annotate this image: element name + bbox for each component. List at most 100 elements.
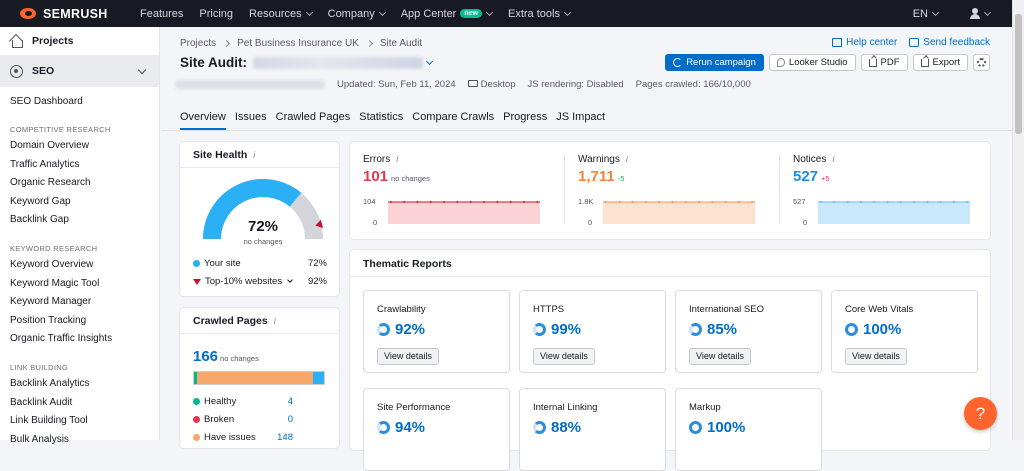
- crawled-bar-segment: [313, 372, 324, 384]
- metric-notices[interactable]: Notices i 527 +5 527 0: [350, 142, 990, 239]
- legend-top10[interactable]: Top-10% websites 92%: [193, 276, 327, 287]
- tab-compare-crawls[interactable]: Compare Crawls: [412, 111, 494, 128]
- chevron-down-icon[interactable]: [425, 57, 434, 65]
- report-site-performance[interactable]: Site Performance 94%: [363, 388, 510, 471]
- semrush-logo[interactable]: SEMRUSH: [18, 7, 128, 21]
- trend-point: [684, 200, 687, 204]
- trend-point: [618, 200, 621, 204]
- sidebar-item-seo[interactable]: SEO: [0, 55, 159, 87]
- sidebar-item-position-tracking[interactable]: Position Tracking: [0, 312, 159, 331]
- metric-separator: [564, 154, 565, 224]
- trend-point: [711, 200, 714, 204]
- trend-point: [658, 200, 661, 204]
- crawled-row-have-issues[interactable]: Have issues 148: [193, 432, 293, 443]
- tab-crawled-pages[interactable]: Crawled Pages: [276, 111, 351, 128]
- report-https[interactable]: HTTPS 99% View details: [519, 290, 666, 373]
- info-icon[interactable]: i: [832, 154, 834, 164]
- trend-point: [939, 200, 942, 204]
- nav-item-app-center[interactable]: App Center new: [401, 8, 494, 20]
- view-details-button[interactable]: View details: [845, 348, 907, 365]
- sidebar-item-organic-research[interactable]: Organic Research: [0, 174, 159, 193]
- sidebar-section-title: LINK BUILDING: [10, 362, 69, 372]
- toolbar: Rerun campaign Looker Studio PDF Export: [665, 54, 990, 71]
- info-icon[interactable]: i: [274, 316, 276, 326]
- send-feedback-link[interactable]: Send feedback: [909, 37, 990, 48]
- page-scrollbar[interactable]: [1012, 0, 1024, 440]
- sidebar-item-backlink-gap[interactable]: Backlink Gap: [0, 211, 159, 230]
- crawled-row-broken[interactable]: Broken 0: [193, 414, 293, 425]
- sidebar-item-projects[interactable]: Projects: [0, 27, 159, 55]
- sidebar-item-domain-overview[interactable]: Domain Overview: [0, 137, 159, 156]
- report-internal-linking[interactable]: Internal Linking 88%: [519, 388, 666, 471]
- view-details-button[interactable]: View details: [377, 348, 439, 365]
- site-health-subtitle: no changes: [243, 237, 283, 246]
- chevron-down-icon: [287, 277, 293, 283]
- info-icon[interactable]: i: [396, 154, 398, 164]
- tab-progress[interactable]: Progress: [503, 111, 547, 128]
- sidebar-item-traffic-analytics[interactable]: Traffic Analytics: [0, 156, 159, 175]
- metric-label-text: Errors: [363, 154, 391, 165]
- progress-ring-icon: [689, 421, 702, 434]
- tab-overview[interactable]: Overview: [180, 111, 226, 130]
- trend-point: [751, 200, 754, 204]
- sidebar-item-link-building-tool[interactable]: Link Building Tool: [0, 412, 159, 431]
- pdf-button[interactable]: PDF: [860, 54, 908, 71]
- sidebar-item-bulk-analysis[interactable]: Bulk Analysis: [0, 431, 159, 450]
- info-icon[interactable]: i: [253, 150, 255, 160]
- sidebar-item-seo-dashboard[interactable]: SEO Dashboard: [0, 93, 159, 111]
- rerun-campaign-button[interactable]: Rerun campaign: [665, 54, 764, 71]
- view-details-button[interactable]: View details: [689, 348, 751, 365]
- trend-point: [886, 200, 889, 204]
- project-selector[interactable]: [253, 56, 423, 69]
- help-chat-button[interactable]: ?: [964, 397, 997, 430]
- sidebar-item-keyword-overview[interactable]: Keyword Overview: [0, 256, 159, 275]
- sidebar-item-organic-traffic-insights[interactable]: Organic Traffic Insights: [0, 330, 159, 349]
- tab-statistics[interactable]: Statistics: [359, 111, 403, 128]
- info-icon[interactable]: i: [626, 154, 628, 164]
- sidebar-item-backlink-analytics[interactable]: Backlink Analytics: [0, 375, 159, 394]
- sidebar-item-keyword-gap[interactable]: Keyword Gap: [0, 193, 159, 212]
- breadcrumb: Projects Pet Business Insurance UK Site …: [180, 38, 422, 49]
- page-title: Site Audit:: [180, 55, 434, 70]
- tab-issues[interactable]: Issues: [235, 111, 267, 128]
- crawled-row-healthy[interactable]: Healthy 4: [193, 396, 293, 407]
- metric-warnings[interactable]: Warnings i 1,711 -5 1.8K 0: [350, 142, 990, 239]
- view-details-button[interactable]: View details: [533, 348, 595, 365]
- user-menu[interactable]: [970, 8, 992, 19]
- metric-value[interactable]: 101 no changes: [363, 168, 430, 185]
- nav-item-company[interactable]: Company: [328, 8, 386, 20]
- chevron-down-icon: [137, 65, 147, 75]
- report-core-web-vitals[interactable]: Core Web Vitals 100% View details: [831, 290, 978, 373]
- help-center-link[interactable]: Help center: [832, 37, 897, 48]
- report-crawlability[interactable]: Crawlability 92% View details: [363, 290, 510, 373]
- language-selector[interactable]: EN: [913, 8, 940, 20]
- sidebar-item-keyword-manager[interactable]: Keyword Manager: [0, 293, 159, 312]
- seo-icon: [10, 64, 23, 78]
- nav-item-resources[interactable]: Resources: [249, 8, 313, 20]
- crawled-pages-value[interactable]: 166 no changes: [193, 348, 259, 365]
- nav-item-pricing[interactable]: Pricing: [199, 8, 233, 20]
- looker-studio-button[interactable]: Looker Studio: [768, 54, 856, 71]
- metric-value[interactable]: 527 +5: [793, 168, 830, 185]
- metric-errors[interactable]: Errors i 101 no changes 104 0: [350, 142, 990, 239]
- nav-item-features[interactable]: Features: [140, 8, 183, 20]
- crawled-row-value: 148: [277, 432, 293, 443]
- tab-js-impact[interactable]: JS Impact: [556, 111, 605, 128]
- chevron-down-icon: [485, 8, 494, 16]
- report-international-seo[interactable]: International SEO 85% View details: [675, 290, 822, 373]
- breadcrumb-project[interactable]: Pet Business Insurance UK: [237, 38, 359, 49]
- site-health-title: Site Health i: [193, 149, 255, 161]
- settings-button[interactable]: [973, 54, 990, 71]
- report-markup[interactable]: Markup 100%: [675, 388, 822, 471]
- breadcrumb-projects[interactable]: Projects: [180, 38, 216, 49]
- nav-item-extra-tools[interactable]: Extra tools: [508, 8, 571, 20]
- scrollbar-thumb[interactable]: [1015, 14, 1022, 134]
- sidebar-item-keyword-magic-tool[interactable]: Keyword Magic Tool: [0, 275, 159, 294]
- metric-number: 527: [793, 168, 819, 185]
- site-health-title-text: Site Health: [193, 149, 248, 161]
- metric-value[interactable]: 1,711 -5: [578, 168, 624, 185]
- divider: [180, 167, 339, 168]
- export-button[interactable]: Export: [912, 54, 968, 71]
- chart-min-tick: 0: [588, 218, 593, 227]
- sidebar-item-backlink-audit[interactable]: Backlink Audit: [0, 394, 159, 413]
